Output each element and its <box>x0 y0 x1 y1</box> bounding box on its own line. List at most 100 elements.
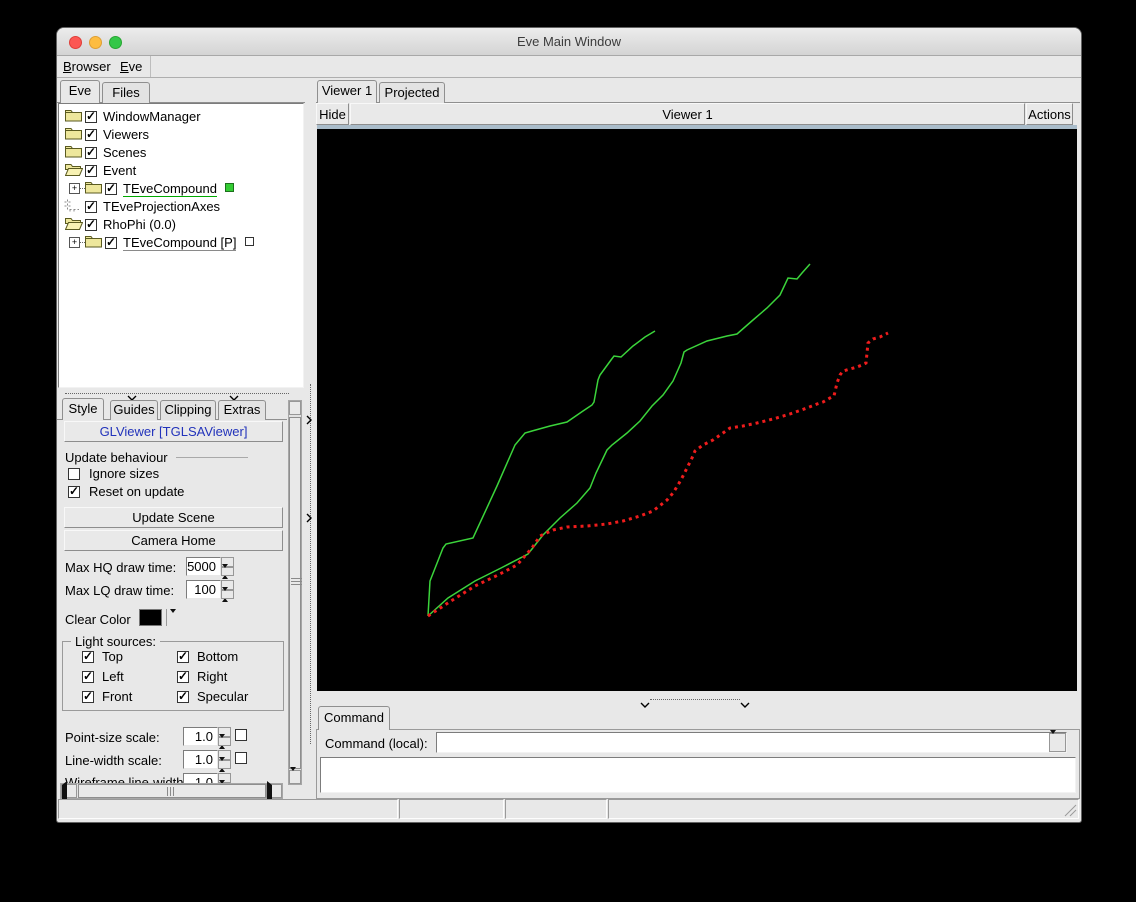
open-folder-icon <box>64 163 84 181</box>
chevron-down-icon[interactable] <box>229 389 239 401</box>
light-bottom-checkbox[interactable] <box>177 649 189 663</box>
line-width-checkbox[interactable] <box>235 752 247 764</box>
section-rule <box>176 457 248 458</box>
folder-icon <box>85 181 102 199</box>
chevron-right-icon[interactable] <box>306 412 316 425</box>
tree-item-tevecompound[interactable]: + TEveCompound <box>59 180 303 198</box>
chevron-down-icon[interactable] <box>740 696 750 708</box>
max-hq-spinner[interactable] <box>221 557 234 585</box>
scrollbar-thumb[interactable] <box>78 784 266 798</box>
light-specular-checkbox[interactable] <box>177 689 189 703</box>
main-vertical-splitter[interactable] <box>305 80 316 799</box>
max-hq-label: Max HQ draw time: <box>65 560 177 575</box>
light-left-label: Left <box>102 669 124 684</box>
line-width-input[interactable]: 1.0 <box>183 750 218 769</box>
viewer-command-splitter[interactable] <box>316 693 1080 708</box>
tree-item-checkbox[interactable] <box>105 181 117 195</box>
wireframe-spinner[interactable] <box>218 773 231 783</box>
folder-icon <box>65 127 82 145</box>
command-combobox[interactable] <box>436 730 1067 753</box>
tree-item-label: TEveProjectionAxes <box>103 199 221 214</box>
scroll-left-arrow-icon[interactable] <box>61 781 77 806</box>
tree-item-rhophi[interactable]: RhoPhi (0.0) <box>59 216 303 234</box>
menu-eve[interactable]: Eve <box>116 56 146 78</box>
line-width-spinner[interactable] <box>218 750 231 778</box>
tab-extras[interactable]: Extras <box>218 400 266 420</box>
menu-browser-rest: rowser <box>71 59 111 74</box>
command-input[interactable] <box>437 733 1049 752</box>
tab-files[interactable]: Files <box>102 82 150 103</box>
reset-on-update-checkbox[interactable] <box>68 484 80 498</box>
update-scene-button[interactable]: Update Scene <box>64 507 283 528</box>
color-picker-divider <box>166 609 167 626</box>
point-size-spinner[interactable] <box>218 727 231 755</box>
gl-viewer-canvas[interactable] <box>317 129 1077 691</box>
tree-item-checkbox[interactable] <box>105 235 117 249</box>
viewer-title-bar[interactable]: Viewer 1 <box>350 103 1025 125</box>
ignore-sizes-checkbox[interactable] <box>68 468 80 480</box>
tree-item-checkbox[interactable] <box>85 199 97 213</box>
desktop: Eve Main Window Browser Eve Eve Files Wi… <box>0 0 1136 902</box>
tree-item-teveprojectionaxes[interactable]: TEveProjectionAxes <box>59 198 303 216</box>
settings-vertical-scrollbar[interactable] <box>288 400 302 788</box>
eve-main-window: Eve Main Window Browser Eve Eve Files Wi… <box>57 28 1081 822</box>
max-hq-input[interactable]: 5000 <box>186 557 221 576</box>
wireframe-input[interactable]: 1.0 <box>183 773 218 783</box>
expand-icon[interactable]: + <box>69 183 80 194</box>
clear-color-swatch[interactable] <box>139 609 162 626</box>
scrollbar-thumb[interactable] <box>289 417 302 769</box>
chevron-right-icon[interactable] <box>306 510 316 523</box>
tab-guides[interactable]: Guides <box>110 400 158 420</box>
tree-item-checkbox[interactable] <box>85 163 97 177</box>
chevron-down-icon[interactable] <box>127 389 137 401</box>
menu-browser[interactable]: Browser <box>59 56 115 78</box>
tree-item-tevecompound-p[interactable]: + TEveCompound [P] <box>59 234 303 252</box>
combo-dropdown-arrow-icon[interactable] <box>1049 730 1066 752</box>
tree-item-event[interactable]: Event <box>59 162 303 180</box>
scroll-right-arrow-icon[interactable] <box>266 781 282 806</box>
left-horizontal-splitter[interactable] <box>57 388 305 401</box>
scroll-up-arrow-icon[interactable] <box>289 401 301 423</box>
light-top-checkbox[interactable] <box>82 649 94 663</box>
max-lq-input[interactable]: 100 <box>186 580 221 599</box>
tree-item-checkbox[interactable] <box>85 127 97 141</box>
point-size-checkbox[interactable] <box>235 729 247 741</box>
tab-viewer-1[interactable]: Viewer 1 <box>317 80 377 103</box>
tree-item-checkbox[interactable] <box>85 145 97 159</box>
tree-item-checkbox[interactable] <box>85 109 97 123</box>
point-size-input[interactable]: 1.0 <box>183 727 218 746</box>
compound-marker-green[interactable] <box>225 183 234 192</box>
titlebar[interactable]: Eve Main Window <box>57 28 1081 56</box>
hide-button[interactable]: Hide <box>316 103 349 125</box>
light-right-checkbox[interactable] <box>177 669 189 683</box>
chevron-down-icon[interactable] <box>640 696 650 708</box>
folder-icon <box>65 145 82 163</box>
tab-clipping[interactable]: Clipping <box>160 400 216 420</box>
tree-item-windowmanager[interactable]: WindowManager <box>59 108 303 126</box>
actions-button[interactable]: Actions <box>1026 103 1073 125</box>
track-green-b <box>427 263 811 617</box>
max-lq-spinner[interactable] <box>221 580 234 608</box>
camera-home-button[interactable]: Camera Home <box>64 530 283 551</box>
light-left-checkbox[interactable] <box>82 669 94 683</box>
tree-item-scenes[interactable]: Scenes <box>59 144 303 162</box>
tree-item-label: Event <box>103 163 137 178</box>
color-dropdown-arrow-icon[interactable] <box>170 609 176 631</box>
light-front-checkbox[interactable] <box>82 689 94 703</box>
compound-marker-white[interactable] <box>245 237 254 246</box>
light-specular-label: Specular <box>197 689 249 704</box>
tree-item-checkbox[interactable] <box>85 217 97 231</box>
tab-projected[interactable]: Projected <box>379 82 445 103</box>
resize-grip-icon[interactable] <box>1063 803 1077 822</box>
expand-icon[interactable]: + <box>69 237 80 248</box>
tree-item-viewers[interactable]: Viewers <box>59 126 303 144</box>
tab-command[interactable]: Command <box>318 706 390 730</box>
scroll-down-arrow-icon[interactable] <box>289 767 301 788</box>
tab-eve[interactable]: Eve <box>60 80 100 103</box>
left-horizontal-scrollbar[interactable] <box>60 781 283 806</box>
light-bottom-label: Bottom <box>197 649 239 664</box>
eve-tree-list: WindowManager Viewers Scenes Event + <box>58 103 304 388</box>
glviewer-button[interactable]: GLViewer [TGLSAViewer] <box>64 421 283 442</box>
tab-style[interactable]: Style <box>62 398 104 420</box>
tree-item-label: WindowManager <box>103 109 201 124</box>
